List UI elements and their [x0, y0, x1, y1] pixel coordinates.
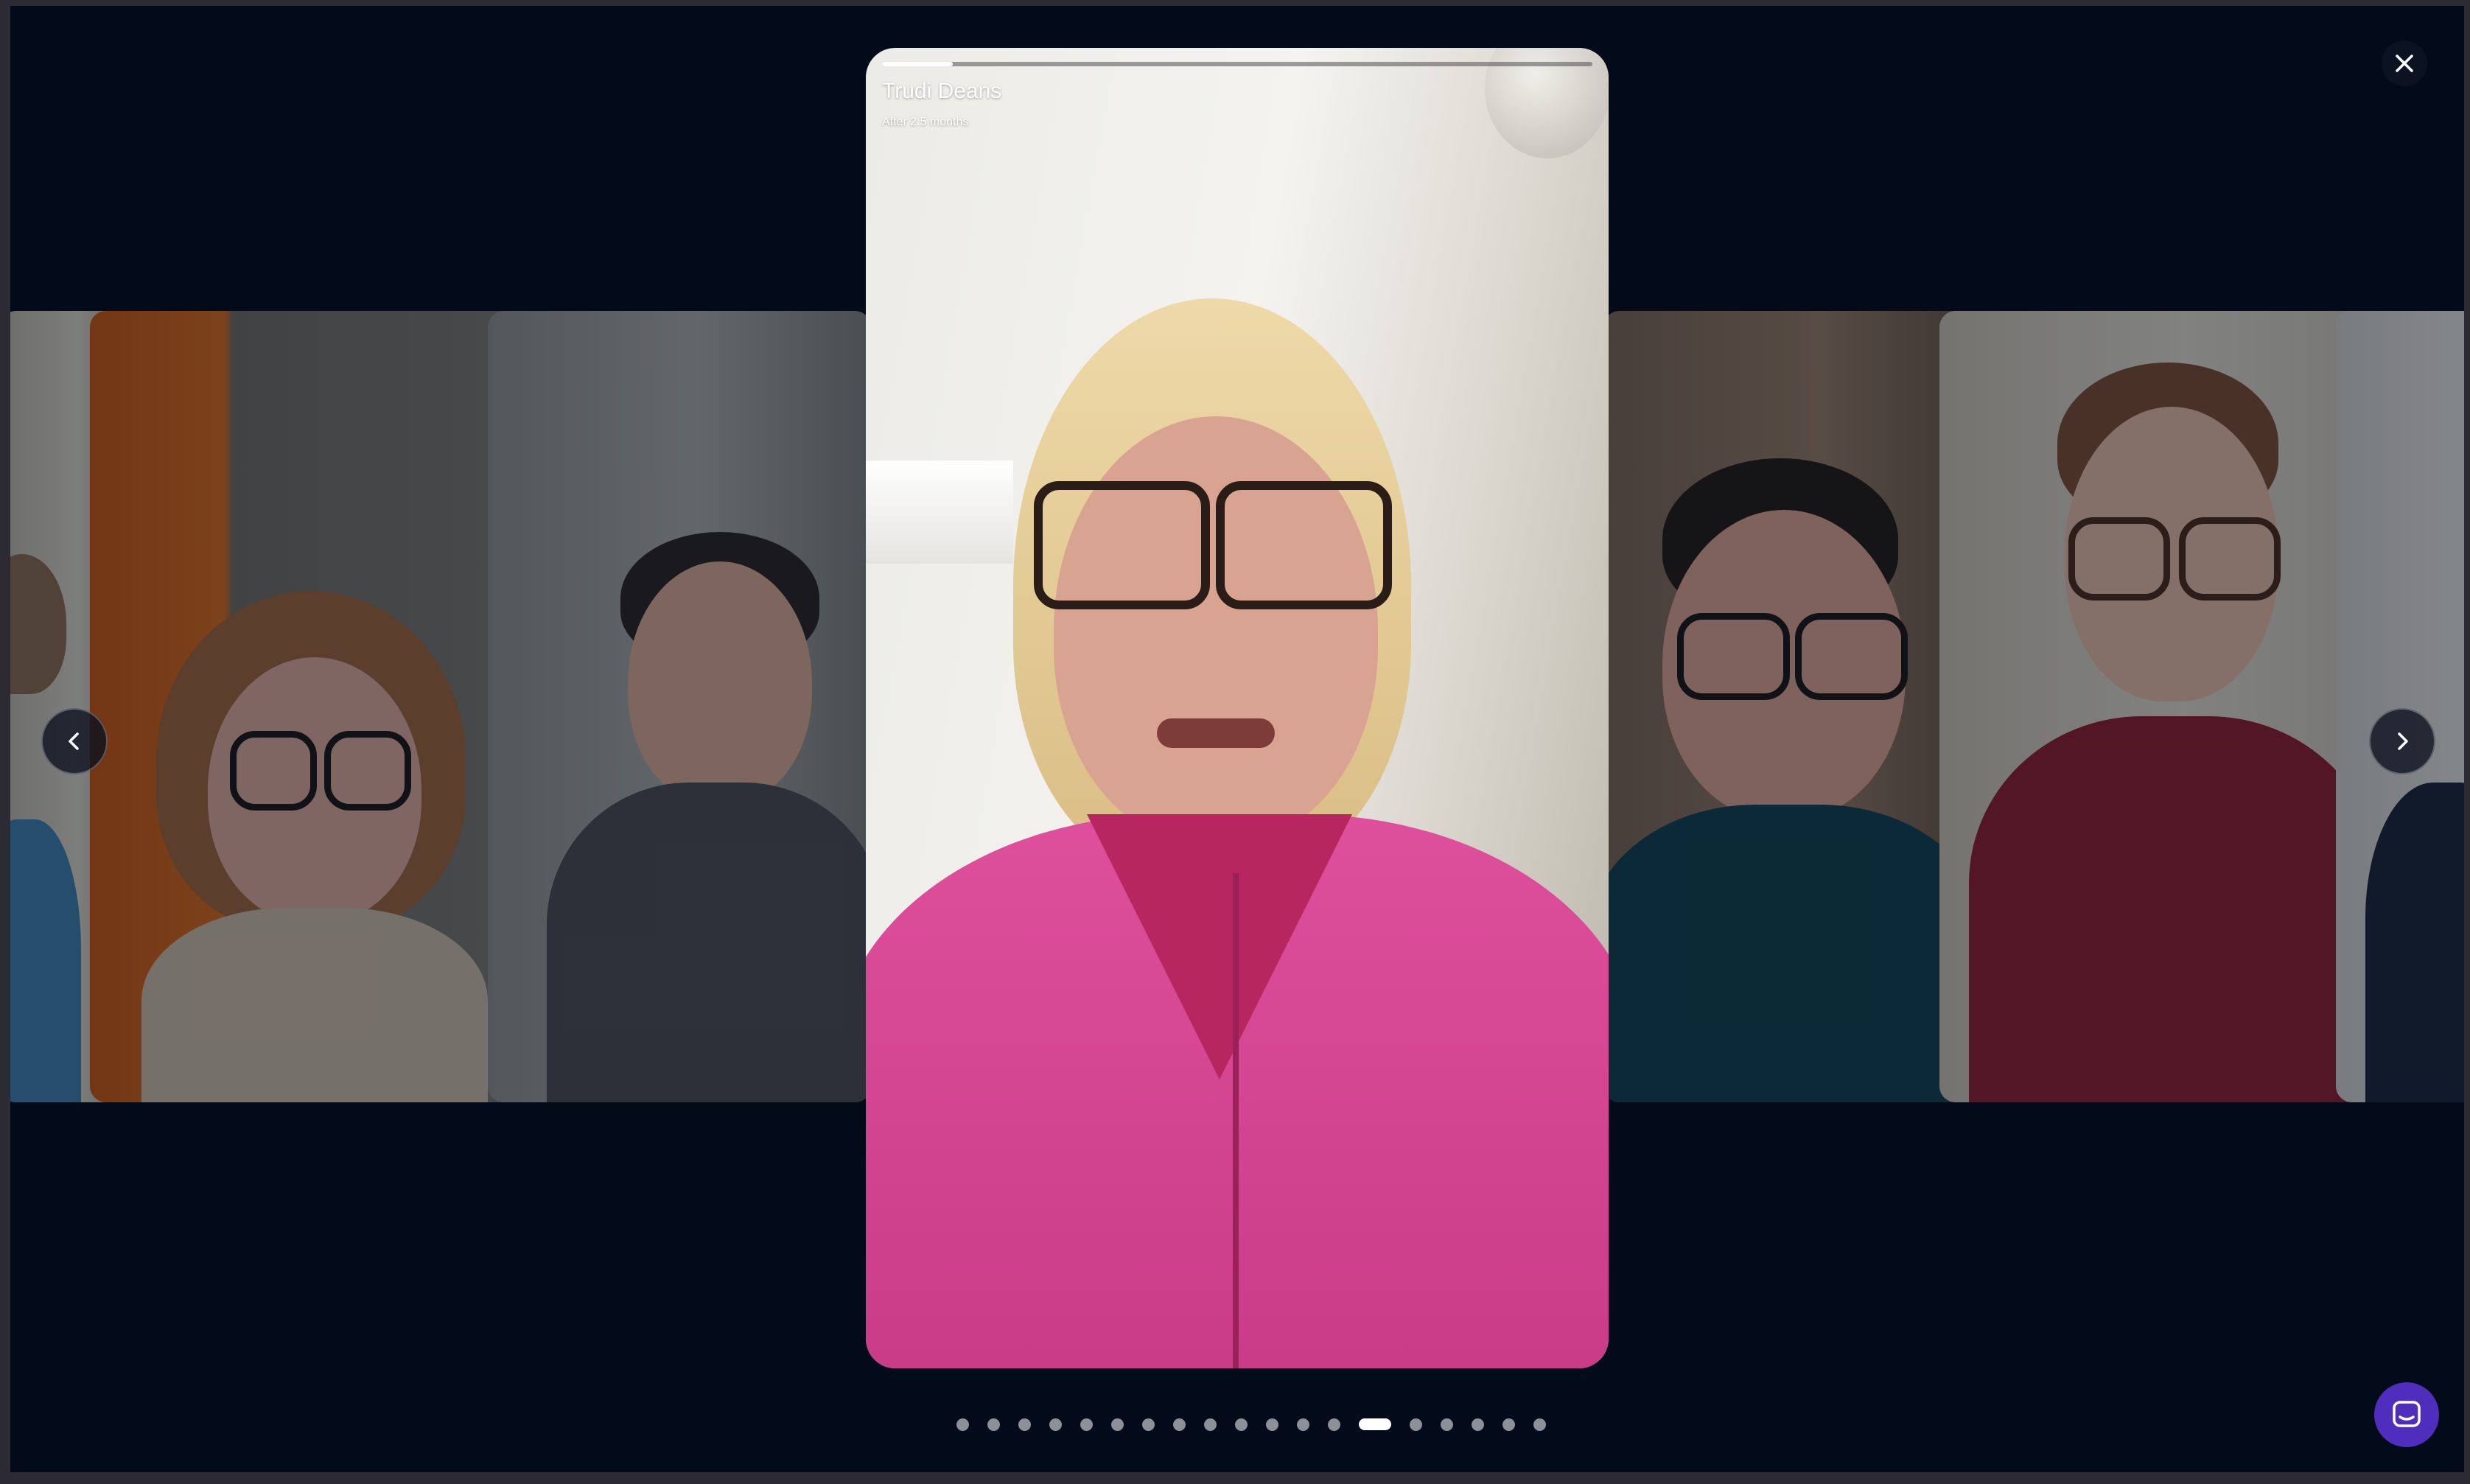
pagination-dot[interactable]	[1111, 1418, 1124, 1431]
pagination-dot[interactable]	[1142, 1418, 1155, 1431]
close-icon	[2396, 55, 2413, 72]
story-video-card[interactable]: Trudi Deans After 2.5 months	[866, 48, 1609, 1368]
pagination-dot-active[interactable]	[1359, 1418, 1391, 1430]
story-pagination	[956, 1418, 1546, 1431]
pagination-dot[interactable]	[1018, 1418, 1031, 1431]
story-progress-track	[882, 62, 1592, 66]
zipper-line	[1233, 873, 1239, 1368]
pagination-dot[interactable]	[956, 1418, 969, 1431]
pagination-dot[interactable]	[1173, 1418, 1186, 1431]
story-viewer-modal: Trudi Deans After 2.5 months	[10, 6, 2464, 1472]
story-subtitle: After 2.5 months	[882, 116, 969, 128]
chat-bubble-icon	[2393, 1401, 2421, 1427]
pagination-dot[interactable]	[1328, 1418, 1340, 1431]
pagination-dot[interactable]	[1080, 1418, 1093, 1431]
story-thumbnail-4[interactable]	[1603, 311, 1969, 1102]
previous-story-button[interactable]	[41, 708, 108, 774]
story-thumbnail-3[interactable]	[488, 311, 871, 1102]
next-story-button[interactable]	[2369, 708, 2435, 774]
story-progress-fill	[882, 62, 954, 66]
presenter-figure	[866, 298, 1609, 1368]
chat-launcher-button[interactable]	[2374, 1382, 2439, 1447]
pagination-dot[interactable]	[1410, 1418, 1422, 1431]
pagination-dot[interactable]	[1049, 1418, 1062, 1431]
story-author-name: Trudi Deans	[882, 79, 1002, 103]
pagination-dot[interactable]	[1502, 1418, 1515, 1431]
story-thumbnail-5[interactable]	[1939, 311, 2382, 1102]
mouth	[1157, 718, 1275, 748]
story-thumbnail-2[interactable]	[90, 311, 538, 1102]
chevron-right-icon	[2398, 732, 2408, 750]
pagination-dot[interactable]	[1266, 1418, 1278, 1431]
pagination-dot[interactable]	[1472, 1418, 1484, 1431]
pagination-dot[interactable]	[1533, 1418, 1546, 1431]
chevron-left-icon	[69, 732, 79, 750]
close-button[interactable]	[2382, 41, 2427, 86]
pagination-dot[interactable]	[1204, 1418, 1217, 1431]
pagination-dot[interactable]	[1441, 1418, 1453, 1431]
pagination-dot[interactable]	[987, 1418, 1000, 1431]
pagination-dot[interactable]	[1297, 1418, 1309, 1431]
story-thumbnail-6[interactable]	[2336, 311, 2464, 1102]
pagination-dot[interactable]	[1235, 1418, 1248, 1431]
